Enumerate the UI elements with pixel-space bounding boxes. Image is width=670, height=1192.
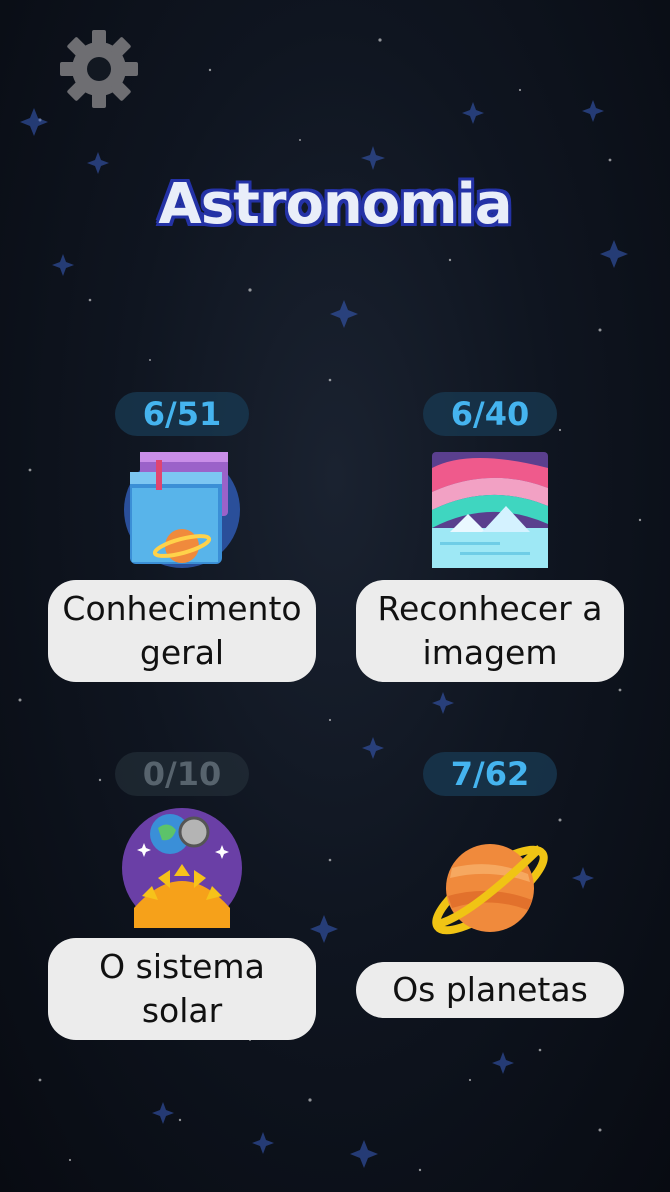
page-title: Astronomia	[158, 172, 512, 237]
progress-badge: 7/62	[423, 752, 557, 796]
category-label: Os planetas	[356, 962, 624, 1018]
settings-button[interactable]	[58, 28, 140, 110]
books-planet-icon	[124, 452, 240, 568]
category-card-planets[interactable]: 7/62 Os planetas	[356, 752, 624, 1018]
category-card-general-knowledge[interactable]: 6/51 Conhecimento geral	[48, 392, 316, 682]
gear-icon	[60, 30, 138, 108]
category-card-image-recognition[interactable]: 6/40 Reconhecer a imagem	[356, 392, 624, 682]
ringed-planet-icon	[432, 844, 548, 935]
solar-system-icon	[122, 808, 242, 928]
category-label: Reconhecer a imagem	[356, 580, 624, 682]
category-label: Conhecimento geral	[48, 580, 316, 682]
progress-badge: 6/51	[115, 392, 249, 436]
category-label: O sistema solar	[48, 938, 316, 1040]
progress-badge: 6/40	[423, 392, 557, 436]
progress-badge: 0/10	[115, 752, 249, 796]
category-card-solar-system[interactable]: 0/10 O sistema solar	[48, 752, 316, 1040]
aurora-landscape-icon	[432, 452, 548, 568]
